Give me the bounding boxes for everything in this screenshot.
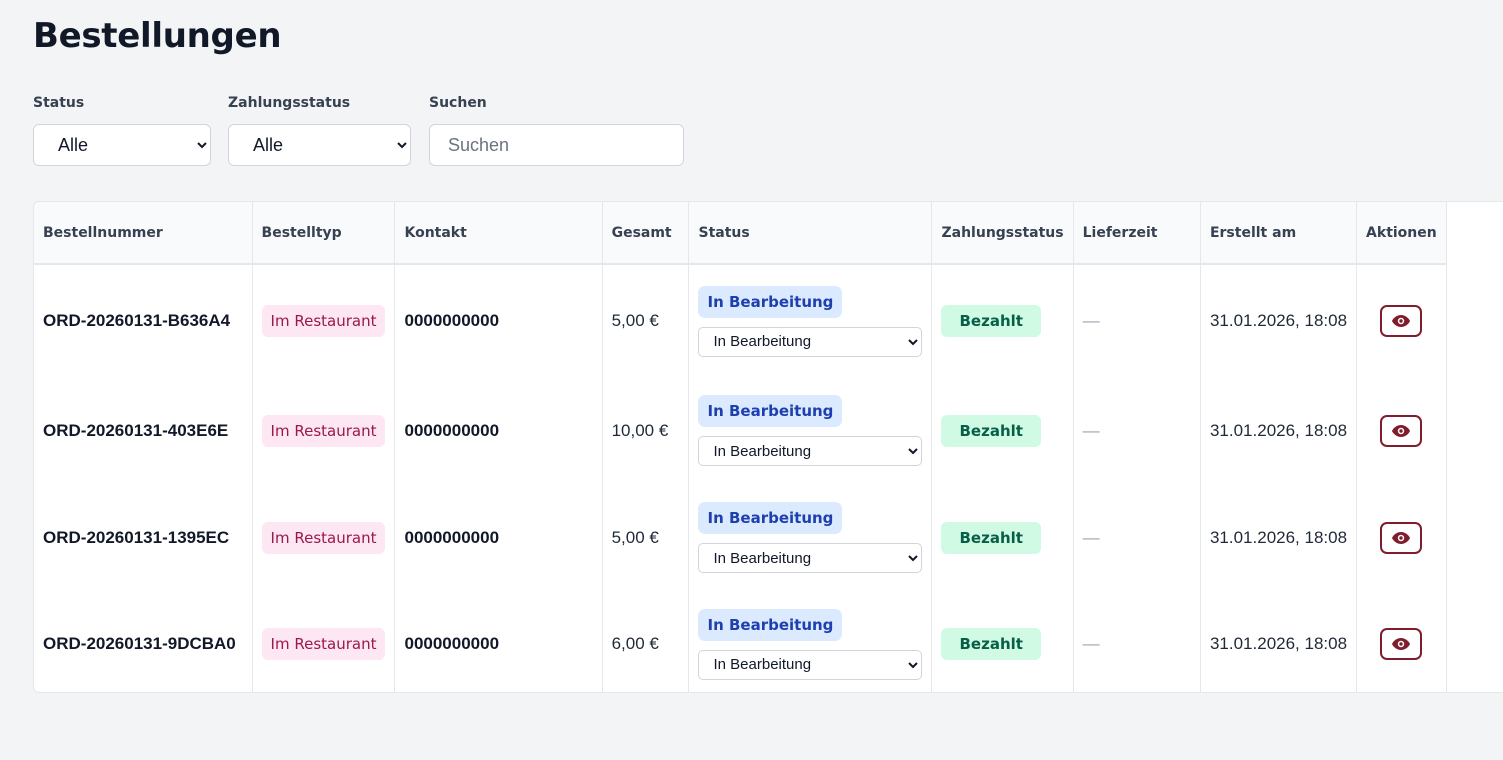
column-header-order-type: Bestelltyp — [252, 202, 396, 265]
order-number: ORD-20260131-9DCBA0 — [43, 634, 236, 653]
created-at: 31.01.2026, 18:08 — [1209, 527, 1348, 547]
column-header-delivery-time: Lieferzeit — [1073, 202, 1201, 265]
orders-table: Bestellnummer Bestelltyp Kontakt Gesamt … — [34, 202, 1503, 692]
row-filler — [1446, 484, 1503, 591]
delivery-time: — — [1082, 311, 1100, 330]
status-filter-label: Status — [33, 95, 85, 111]
search-input[interactable] — [429, 124, 684, 166]
search-filter: Suchen — [429, 95, 684, 166]
created-at: 31.01.2026, 18:08 — [1209, 420, 1348, 440]
status-filter: Status Alle — [33, 95, 211, 166]
column-header-status: Status — [688, 202, 933, 265]
payment-status-filter-label: Zahlungsstatus — [228, 95, 351, 111]
view-order-button[interactable] — [1380, 305, 1423, 337]
eye-icon — [1392, 531, 1411, 544]
status-badge: In Bearbeitung — [698, 502, 843, 534]
status-select[interactable]: In Bearbeitung — [698, 649, 923, 680]
order-total: 6,00 € — [611, 634, 659, 653]
payment-status-badge: Bezahlt — [941, 414, 1041, 447]
order-total: 5,00 € — [611, 311, 659, 330]
order-type-badge: Im Restaurant — [261, 305, 386, 337]
contact-phone: 0000000000 — [404, 311, 500, 330]
order-type-badge: Im Restaurant — [261, 414, 386, 447]
column-header-total: Gesamt — [602, 202, 690, 265]
column-header-contact: Kontakt — [394, 202, 603, 265]
contact-phone: 0000000000 — [404, 420, 500, 440]
table-row: ORD-20260131-9DCBA0 Im Restaurant 000000… — [34, 591, 1503, 692]
status-select[interactable]: In Bearbeitung — [698, 326, 923, 357]
contact-phone: 0000000000 — [404, 527, 500, 547]
table-row: ORD-20260131-403E6E Im Restaurant 000000… — [34, 377, 1503, 484]
payment-status-filter: Zahlungsstatus Alle — [228, 95, 411, 166]
page-title: Bestellungen — [33, 16, 282, 56]
search-filter-label: Suchen — [429, 95, 487, 111]
order-type-badge: Im Restaurant — [261, 521, 386, 554]
order-total: 10,00 € — [611, 420, 669, 440]
payment-status-badge: Bezahlt — [941, 521, 1041, 554]
payment-status-badge: Bezahlt — [941, 628, 1041, 660]
eye-icon — [1392, 315, 1411, 327]
contact-phone: 0000000000 — [404, 634, 500, 653]
row-filler — [1446, 264, 1503, 377]
table-row: ORD-20260131-1395EC Im Restaurant 000000… — [34, 484, 1503, 591]
header-filler — [1446, 202, 1503, 264]
eye-icon — [1392, 424, 1411, 437]
status-select[interactable]: In Bearbeitung — [698, 543, 923, 573]
row-filler — [1446, 377, 1503, 484]
table-header-row: Bestellnummer Bestelltyp Kontakt Gesamt … — [34, 202, 1503, 265]
status-filter-select[interactable]: Alle — [33, 124, 211, 166]
orders-table-container: Bestellnummer Bestelltyp Kontakt Gesamt … — [33, 201, 1503, 693]
eye-icon — [1392, 638, 1411, 650]
status-badge: In Bearbeitung — [698, 285, 843, 318]
created-at: 31.01.2026, 18:08 — [1209, 311, 1348, 330]
row-filler — [1446, 591, 1503, 692]
column-header-order-number: Bestellnummer — [34, 202, 253, 265]
column-header-actions: Aktionen — [1356, 202, 1447, 265]
status-badge: In Bearbeitung — [698, 395, 843, 427]
delivery-time: — — [1082, 420, 1100, 440]
table-row: ORD-20260131-B636A4 Im Restaurant 000000… — [34, 264, 1503, 377]
created-at: 31.01.2026, 18:08 — [1209, 634, 1348, 653]
status-select[interactable]: In Bearbeitung — [698, 436, 923, 466]
order-number: ORD-20260131-1395EC — [43, 527, 230, 547]
column-header-created-at: Erstellt am — [1200, 202, 1358, 265]
delivery-time: — — [1082, 634, 1100, 653]
payment-status-badge: Bezahlt — [941, 305, 1041, 337]
payment-status-filter-select[interactable]: Alle — [228, 124, 411, 166]
order-number: ORD-20260131-403E6E — [43, 420, 229, 440]
view-order-button[interactable] — [1380, 628, 1423, 660]
delivery-time: — — [1082, 527, 1100, 547]
status-badge: In Bearbeitung — [698, 608, 843, 641]
view-order-button[interactable] — [1380, 521, 1423, 554]
column-header-payment-status: Zahlungsstatus — [931, 202, 1074, 265]
order-total: 5,00 € — [611, 527, 659, 547]
view-order-button[interactable] — [1380, 414, 1423, 447]
order-number: ORD-20260131-B636A4 — [43, 311, 231, 330]
order-type-badge: Im Restaurant — [261, 628, 386, 660]
